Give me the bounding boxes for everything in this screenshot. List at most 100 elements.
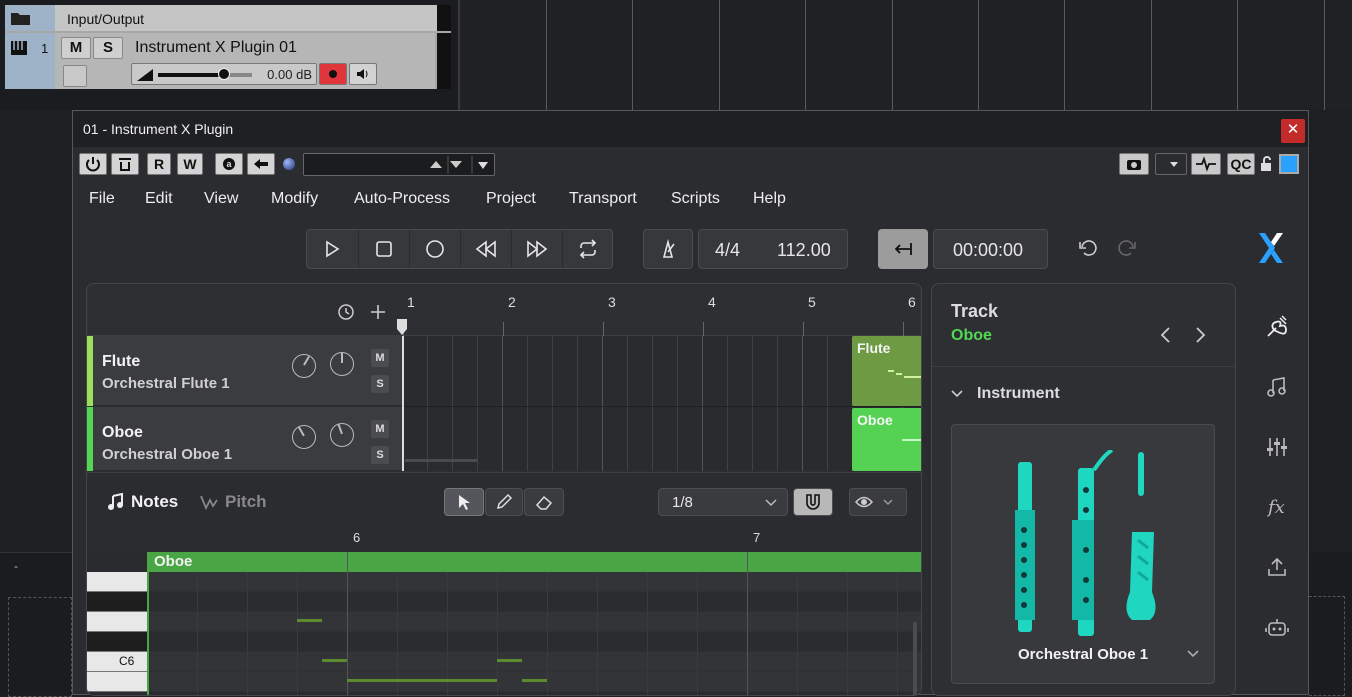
pan-knob[interactable] (330, 423, 354, 447)
automation-mode-button[interactable]: a (215, 153, 243, 175)
snapshot-button[interactable] (1119, 153, 1149, 175)
menu-help[interactable]: Help (753, 190, 786, 208)
track-mute-button[interactable]: M (371, 420, 389, 438)
quantize-dropdown[interactable]: 1/8 (658, 488, 788, 516)
host-track[interactable]: Input/Output 1 M S Instrument X Plugin 0… (5, 5, 451, 89)
time-signature[interactable]: 4/4 (715, 240, 740, 261)
select-tool-button[interactable] (444, 488, 484, 516)
visibility-dropdown[interactable] (849, 488, 907, 516)
track-mute-button[interactable]: M (371, 349, 389, 367)
eye-icon (854, 496, 893, 508)
menu-edit[interactable]: Edit (145, 190, 173, 208)
return-to-start-button[interactable] (878, 229, 928, 269)
volume-knob[interactable] (292, 425, 316, 449)
host-mute-button[interactable]: M (61, 37, 91, 59)
tab-notes[interactable]: Notes (107, 492, 178, 512)
menu-scripts[interactable]: Scripts (671, 190, 720, 208)
midi-note[interactable] (347, 679, 497, 682)
export-tab-button[interactable] (1263, 553, 1291, 581)
activity-button[interactable] (1191, 153, 1221, 175)
add-track-icon[interactable] (368, 302, 388, 322)
timeline-ruler[interactable]: 1 2 3 4 5 6 (87, 284, 921, 336)
host-folder-label: Input/Output (67, 11, 145, 27)
track-solo-button[interactable]: S (371, 446, 389, 464)
oboe-clip[interactable]: Oboe (852, 408, 921, 471)
pan-knob[interactable] (330, 352, 354, 376)
volume-knob[interactable] (292, 354, 316, 378)
host-solo-button[interactable]: S (93, 37, 123, 59)
midi-note[interactable] (297, 619, 322, 622)
redo-button[interactable] (1116, 237, 1138, 259)
instrument-section-toggle[interactable] (950, 388, 964, 400)
menu-project[interactable]: Project (486, 190, 536, 208)
plugin-window-titlebar[interactable]: 01 - Instrument X Plugin ✕ (73, 111, 1308, 147)
track-lanes[interactable]: Flute Oboe (402, 336, 921, 471)
instrument-tab-button[interactable] (1263, 313, 1291, 341)
vertical-scrollbar[interactable] (913, 622, 917, 695)
menu-auto-process[interactable]: Auto-Process (354, 190, 450, 208)
menu-transport[interactable]: Transport (569, 190, 637, 208)
eraser-tool-button[interactable] (524, 488, 564, 516)
menu-modify[interactable]: Modify (271, 190, 318, 208)
host-folder-header[interactable]: Input/Output (5, 5, 451, 31)
sidechain-icon[interactable] (283, 158, 295, 170)
effects-tab-button[interactable]: fx (1263, 493, 1291, 521)
arrangement-panel: 1 2 3 4 5 6 Flute Orchestral Flute 1 M S… (86, 283, 922, 696)
lock-icon[interactable] (1259, 156, 1275, 172)
write-automation-button[interactable]: W (177, 153, 203, 175)
tempo-display[interactable]: 4/4 112.00 (698, 229, 848, 269)
read-automation-button[interactable]: R (147, 153, 171, 175)
menu-file[interactable]: File (89, 190, 115, 208)
metronome-button[interactable] (643, 229, 693, 269)
preset-selector[interactable] (303, 153, 495, 176)
bypass-button[interactable] (111, 153, 139, 175)
close-button[interactable]: ✕ (1281, 119, 1305, 143)
playhead-marker[interactable] (396, 318, 408, 336)
note-editor: Notes Pitch 1/8 6 7 Oboe C6 (87, 472, 921, 695)
mixer-tab-button[interactable] (1263, 433, 1291, 461)
color-swatch-button[interactable] (1279, 154, 1299, 174)
instrument-picker[interactable]: Orchestral Oboe 1 (951, 424, 1215, 684)
instrument-dropdown-chevron[interactable] (1186, 648, 1200, 660)
tempo-value[interactable]: 112.00 (777, 240, 831, 261)
next-track-button[interactable] (1192, 326, 1208, 344)
preset-arrows-icon (430, 156, 488, 174)
host-volume-fader[interactable]: 0.00 dB (131, 63, 317, 85)
pencil-tool-button[interactable] (485, 488, 523, 516)
rewind-button[interactable] (460, 230, 510, 268)
host-track-checkbox[interactable] (63, 65, 87, 87)
assistant-tab-button[interactable] (1263, 613, 1291, 641)
track-flute[interactable]: Flute Orchestral Flute 1 M S (87, 336, 402, 406)
play-button[interactable] (307, 230, 357, 268)
instrument-name: Orchestral Oboe 1 (1018, 646, 1149, 663)
qc-button[interactable]: QC (1227, 153, 1255, 175)
track-oboe[interactable]: Oboe Orchestral Oboe 1 M S (87, 407, 402, 471)
previous-track-button[interactable] (1158, 326, 1174, 344)
region-header[interactable]: Oboe (147, 552, 921, 572)
tab-pitch[interactable]: Pitch (199, 492, 267, 512)
undo-button[interactable] (1077, 237, 1099, 259)
notes-tab-button[interactable] (1263, 373, 1291, 401)
loop-button[interactable] (562, 230, 613, 268)
snap-button[interactable] (793, 488, 833, 516)
magnet-icon (806, 494, 820, 510)
menu-view[interactable]: View (204, 190, 238, 208)
piano-roll[interactable]: Oboe C6 (87, 552, 921, 695)
track-solo-button[interactable]: S (371, 375, 389, 393)
power-button[interactable] (79, 153, 107, 175)
midi-note[interactable] (522, 679, 547, 682)
compare-button[interactable] (247, 153, 275, 175)
inspector-heading: Track (951, 301, 999, 321)
record-arm-button[interactable] (319, 63, 347, 85)
fast-forward-button[interactable] (511, 230, 561, 268)
stop-button[interactable] (358, 230, 408, 268)
plugin-window: 01 - Instrument X Plugin ✕ R W a QC File… (72, 110, 1309, 696)
flute-clip[interactable]: Flute (852, 336, 921, 406)
record-button[interactable] (409, 230, 459, 268)
options-dropdown[interactable] (1155, 153, 1187, 175)
time-display[interactable]: 00:00:00 (933, 229, 1048, 269)
history-icon[interactable] (336, 302, 356, 322)
midi-note[interactable] (497, 659, 522, 662)
monitor-button[interactable] (349, 63, 377, 85)
midi-note[interactable] (322, 659, 347, 662)
